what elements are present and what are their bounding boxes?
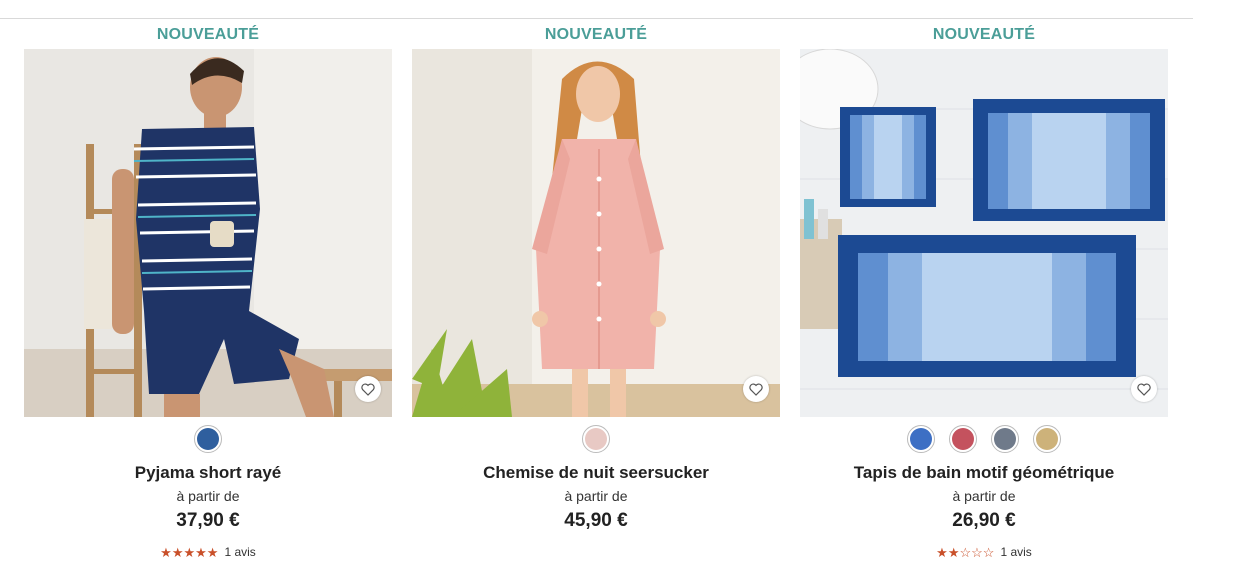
product-image[interactable] <box>412 49 780 417</box>
color-swatch-beige[interactable] <box>1033 425 1061 453</box>
star-icon: ★ <box>206 544 219 560</box>
review-count[interactable]: 1 avis <box>224 545 255 559</box>
star-icon: ★ <box>936 544 948 560</box>
product-name[interactable]: Chemise de nuit seersucker <box>412 463 780 483</box>
wishlist-button[interactable] <box>1131 376 1157 402</box>
color-swatch[interactable] <box>194 425 222 453</box>
new-badge: NOUVEAUTÉ <box>932 26 1036 43</box>
star-icon: ★ <box>171 544 184 560</box>
price-prefix: à partir de <box>176 488 240 504</box>
color-swatches <box>24 425 392 453</box>
wishlist-button[interactable] <box>743 376 769 402</box>
star-outline-icon: ☆ <box>971 544 983 560</box>
color-swatch-grey[interactable] <box>991 425 1019 453</box>
star-outline-icon: ☆ <box>982 544 995 560</box>
heart-icon <box>749 382 763 396</box>
price-prefix: à partir de <box>952 488 1016 504</box>
heart-icon <box>361 382 375 396</box>
color-swatch[interactable] <box>582 425 610 453</box>
product-price: 45,90 € <box>564 510 628 531</box>
star-outline-icon: ☆ <box>959 544 972 560</box>
star-icon: ★ <box>947 544 960 560</box>
new-badge: NOUVEAUTÉ <box>156 26 260 43</box>
product-card-pyjama[interactable]: NOUVEAUTÉ Pyjama short rayé à partir de … <box>24 19 392 579</box>
product-name[interactable]: Pyjama short rayé <box>24 463 392 483</box>
product-image[interactable] <box>800 49 1168 417</box>
wishlist-button[interactable] <box>355 376 381 402</box>
star-rating: ★ ★ ★ ★ ★ <box>160 546 218 559</box>
color-swatch-blue[interactable] <box>907 425 935 453</box>
star-icon: ★ <box>183 544 196 560</box>
color-swatch-red[interactable] <box>949 425 977 453</box>
product-card-bathmat[interactable]: NOUVEAUTÉ Tapis de bain motif géométriqu… <box>800 19 1168 579</box>
new-badge: NOUVEAUTÉ <box>544 26 648 43</box>
review-count[interactable]: 1 avis <box>1000 545 1031 559</box>
rating[interactable]: ★ ★ ☆ ☆ ☆ 1 avis <box>800 545 1168 559</box>
star-icon: ★ <box>195 544 207 560</box>
star-rating: ★ ★ ☆ ☆ ☆ <box>936 546 994 559</box>
product-price: 26,90 € <box>952 510 1016 531</box>
heart-icon <box>1137 382 1151 396</box>
price-prefix: à partir de <box>564 488 628 504</box>
color-swatches <box>800 425 1168 453</box>
rating[interactable]: ★ ★ ★ ★ ★ 1 avis <box>24 545 392 559</box>
product-card-nightshirt[interactable]: NOUVEAUTÉ Chemise de nuit seersucker à p… <box>412 19 780 579</box>
product-name[interactable]: Tapis de bain motif géométrique <box>800 463 1168 483</box>
star-icon: ★ <box>160 544 172 560</box>
color-swatches <box>412 425 780 453</box>
product-image[interactable] <box>24 49 392 417</box>
product-price: 37,90 € <box>176 510 240 531</box>
